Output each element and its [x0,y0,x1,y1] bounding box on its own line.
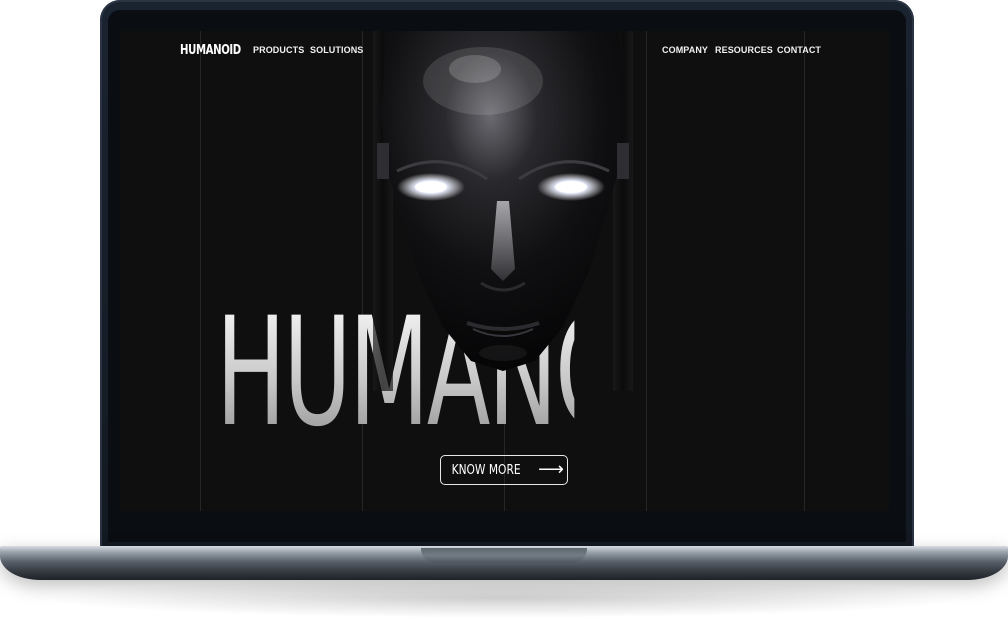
website-screen: HUMANOID PRODUCTS SOLUTIONS COMPANY RESO… [120,31,889,511]
nav-link-solutions[interactable]: SOLUTIONS [310,45,363,55]
site-logo[interactable]: HUMANOID [180,43,241,58]
humanoid-head-image [363,31,643,391]
laptop-shadow [40,578,968,618]
arrow-right-icon: ⟶ [538,459,564,480]
nav-link-products[interactable]: PRODUCTS [253,45,304,55]
grid-line [200,31,201,511]
grid-line [804,31,805,511]
nav-link-resources[interactable]: RESOURCES [715,45,773,55]
nav-link-contact[interactable]: CONTACT [777,45,821,55]
know-more-button[interactable]: KNOW MORE ⟶ [440,455,568,485]
nav-link-company[interactable]: COMPANY [662,45,708,55]
laptop-mockup: HUMANOID PRODUCTS SOLUTIONS COMPANY RESO… [0,0,1008,635]
laptop-notch [421,548,587,563]
know-more-label: KNOW MORE [451,462,521,478]
